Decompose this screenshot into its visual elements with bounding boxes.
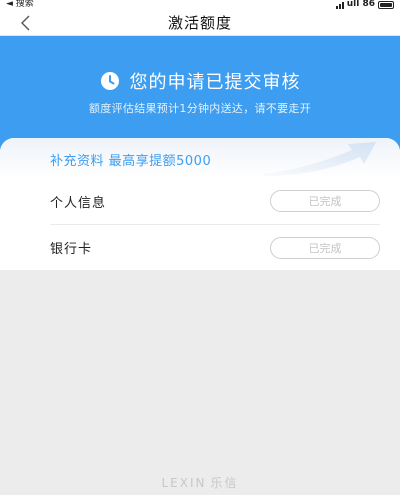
back-button[interactable] (12, 10, 38, 36)
rising-arrow-icon (264, 142, 376, 176)
status-back-label: ◄ 搜索 (6, 0, 34, 9)
clock-icon (100, 72, 119, 90)
battery-icon (378, 0, 394, 9)
chevron-left-icon (21, 15, 30, 31)
signal-icon (335, 1, 344, 9)
supplementary-info-card: 补充资料 最高享提额5000 个人信息 已完成 银行卡 已完成 (0, 138, 400, 270)
brand-cn: 乐信 (210, 476, 239, 490)
bank-card-status-button[interactable]: 已完成 (270, 236, 380, 259)
nav-bar: 激活额度 (0, 10, 400, 36)
status-bar: ◄ 搜索 ull 86 (0, 0, 400, 10)
brand-latin: LEXIN (161, 475, 207, 490)
card-title: 补充资料 最高享提额5000 (50, 154, 212, 169)
banner-subtitle: 额度评估结果预计1分钟内送达，请不要走开 (89, 102, 311, 115)
carrier-label: ull 86 (346, 0, 375, 9)
personal-info-label: 个人信息 (50, 195, 107, 211)
card-header: 补充资料 最高享提额5000 (0, 138, 400, 178)
personal-info-row[interactable]: 个人信息 已完成 (50, 178, 380, 224)
status-back-to-search[interactable]: ◄ 搜索 (6, 0, 34, 9)
banner-heading: 您的申请已提交审核 (0, 68, 400, 94)
banner-title: 您的申请已提交审核 (129, 72, 301, 93)
status-indicators: ull 86 (335, 0, 394, 9)
bank-card-row[interactable]: 银行卡 已完成 (50, 224, 380, 270)
bank-card-label: 银行卡 (50, 242, 93, 257)
brand-logo: LEXIN 乐信 (0, 474, 400, 491)
personal-info-status-button[interactable]: 已完成 (270, 190, 380, 212)
page-title: 激活额度 (167, 14, 232, 32)
